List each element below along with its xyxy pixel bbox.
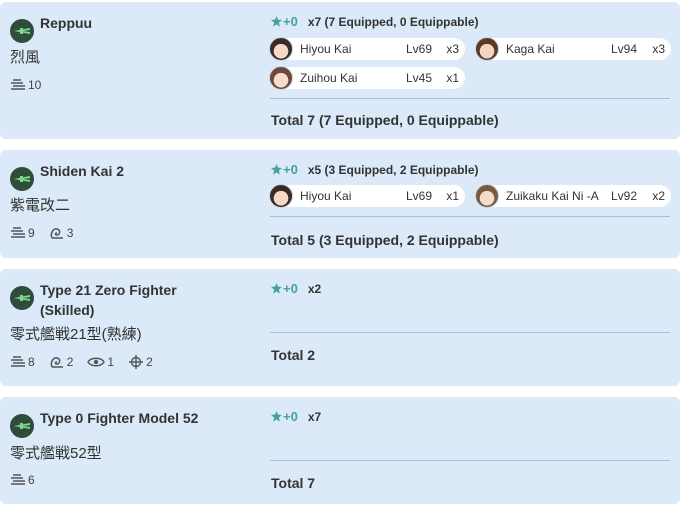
ship-name: Kaga Kai [506,42,555,56]
ship-count: x1 [446,71,459,85]
ship-pill[interactable]: Hiyou Kai Lv69 x1 [269,184,465,208]
stat-list: 6 [10,473,35,487]
ship-pill[interactable]: Hiyou Kai Lv69 x3 [269,37,465,61]
fighter-plane-icon [10,19,34,43]
divider [270,332,670,333]
equipment-name: Type 0 Fighter Model 52 [40,410,199,426]
ship-count: x1 [446,189,459,203]
fighter-plane-icon [10,167,34,191]
improvement-level: +0 [271,409,298,424]
ship-avatar [475,184,499,208]
total-label: Total 7 [271,475,316,491]
count-summary: x2 [307,281,322,296]
stat-airplane: 10 [10,78,41,92]
stat-value: 1 [107,355,115,369]
evasion-stat-icon [50,357,63,368]
stat-value: 6 [28,473,35,487]
star-icon [271,411,282,422]
improvement-row: +0 x2 [271,281,321,296]
airplane-stat-icon [11,474,25,485]
divider [270,216,670,217]
count-summary: x7 [307,409,322,424]
ship-pill[interactable]: Kaga Kai Lv94 x3 [475,37,671,61]
ship-pill[interactable]: Zuikaku Kai Ni -A Lv92 x2 [475,184,671,208]
ship-name: Zuikaku Kai Ni -A [506,189,599,203]
fighter-plane-icon [10,286,34,310]
star-icon [271,16,282,27]
ship-name: Hiyou Kai [300,189,352,203]
improvement-row: +0 x5 (3 Equipped, 2 Equippable) [271,162,479,177]
stat-value: 8 [28,355,35,369]
ship-avatar [269,66,293,90]
ship-level: Lv94 [611,42,638,56]
stat-value: 2 [146,355,153,369]
stat-airplane: 9 [10,226,35,240]
equipment-card-type-0-fighter-model-52: Type 0 Fighter Model 52 零式艦戦52型 6 +0 x7 … [0,397,680,504]
equipment-name: Reppuu [40,15,93,31]
eye-stat-icon [87,357,106,367]
stat-accuracy: 2 [128,354,153,370]
divider [270,460,670,461]
improvement-level: +0 [271,281,298,296]
stat-evasion: 2 [49,355,74,369]
stat-list: 10 [10,78,41,92]
ship-name: Hiyou Kai [300,42,352,56]
ship-count: x2 [652,189,665,203]
equipment-card-type-21-zero-fighter-skilled: Type 21 Zero Fighter (Skilled) 零式艦戦21型(熟… [0,269,680,386]
total-label: Total 2 [271,347,316,363]
total-label: Total 7 (7 Equipped, 0 Equippable) [271,112,499,128]
improvement-row: +0 x7 (7 Equipped, 0 Equippable) [271,14,479,29]
equipment-name: Type 21 Zero Fighter (Skilled) [40,282,177,318]
ship-count: x3 [652,42,665,56]
stat-list: 8 2 1 2 [10,354,153,370]
ship-name: Zuihou Kai [300,71,358,85]
airplane-stat-icon [11,227,25,238]
equipment-name: Shiden Kai 2 [40,163,125,179]
ship-level: Lv69 [406,189,433,203]
star-icon [271,164,282,175]
count-summary: x5 (3 Equipped, 2 Equippable) [307,162,479,177]
stat-list: 9 3 [10,226,73,240]
ship-pill[interactable]: Zuihou Kai Lv45 x1 [269,66,465,90]
stat-evasion: 3 [49,226,74,240]
ship-level: Lv92 [611,189,638,203]
improvement-row: +0 x7 [271,409,321,424]
ship-avatar [269,184,293,208]
equipment-card-reppuu: Reppuu 烈風 10 +0 x7 (7 Equipped, 0 Equipp… [0,2,680,139]
ship-count: x3 [446,42,459,56]
ship-level: Lv45 [406,71,433,85]
equipment-jp-name: 紫電改二 [10,197,71,214]
crosshair-stat-icon [129,355,144,369]
ship-level: Lv69 [406,42,433,56]
improvement-level: +0 [271,14,298,29]
stat-airplane: 8 [10,355,35,369]
equipment-jp-name: 烈風 [10,49,41,66]
stat-value: 9 [28,226,35,240]
stat-value: 2 [66,355,74,369]
stat-airplane: 6 [10,473,35,487]
stat-value: 3 [66,226,74,240]
ship-avatar [269,37,293,61]
equipment-jp-name: 零式艦戦21型(熟練) [10,326,142,343]
total-label: Total 5 (3 Equipped, 2 Equippable) [271,232,499,248]
stat-value: 10 [28,78,42,92]
ship-avatar [475,37,499,61]
evasion-stat-icon [50,228,63,239]
equipment-jp-name: 零式艦戦52型 [10,445,102,462]
divider [270,98,670,99]
airplane-stat-icon [11,79,25,90]
count-summary: x7 (7 Equipped, 0 Equippable) [307,14,479,29]
fighter-plane-icon [10,414,34,438]
airplane-stat-icon [11,356,25,367]
star-icon [271,283,282,294]
equipment-card-shiden-kai-2: Shiden Kai 2 紫電改二 9 3 +0 x5 (3 Equipped,… [0,150,680,258]
stat-line-of-sight: 1 [87,355,114,369]
improvement-level: +0 [271,162,298,177]
